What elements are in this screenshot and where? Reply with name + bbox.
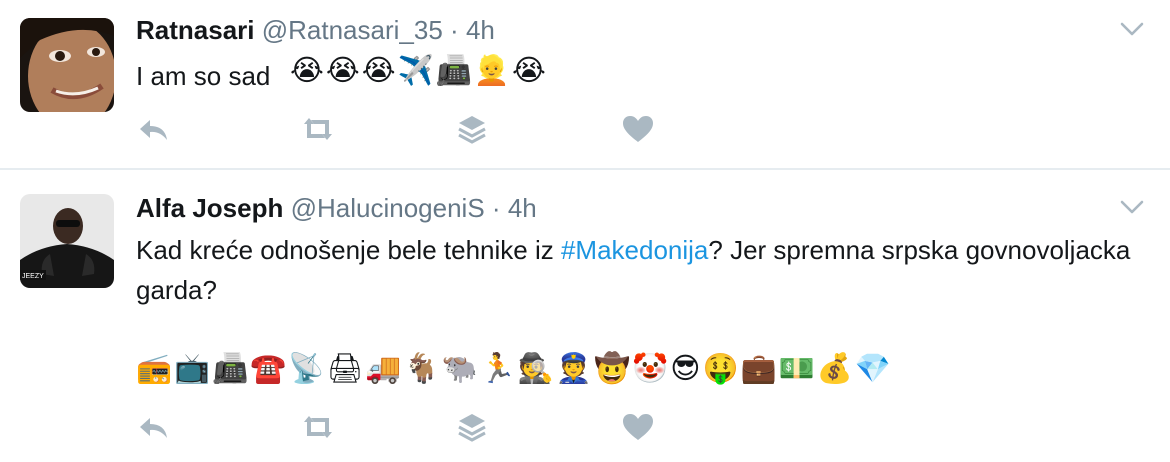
tweet-text-body: I am so sad [136,61,271,91]
timestamp[interactable]: 4h [466,15,495,45]
tweet-actions [136,114,676,144]
separator: · [491,193,501,223]
avatar[interactable]: JEEZY [20,194,114,288]
tweet: Ratnasari @Ratnasari_35 · 4h I am so sad… [0,0,1170,170]
user-handle[interactable]: @HalucinogeniS [291,193,485,223]
chevron-down-icon[interactable] [1120,198,1144,216]
reply-icon[interactable] [136,412,172,442]
heart-icon[interactable] [620,114,656,144]
avatar-watermark: JEEZY [22,273,44,280]
avatar-image: JEEZY [20,194,114,288]
separator: · [450,15,459,45]
tweet-emojis: 📻📺📠☎️📡🖨🚚🐐🐃🏃🕵👮🤠🤡😎🤑💼💵💰💎 [136,351,893,385]
user-handle[interactable]: @Ratnasari_35 [262,15,443,45]
retweet-icon[interactable] [300,114,336,144]
tweet-text-before: Kad kreće odnošenje bele tehnike iz [136,235,561,265]
layers-icon[interactable] [454,114,490,144]
display-name[interactable]: Alfa Joseph [136,193,283,223]
display-name[interactable]: Ratnasari [136,15,255,45]
tweet: JEEZY Alfa Joseph @HalucinogeniS · 4h Ka… [0,170,1170,462]
reply-icon[interactable] [136,114,172,144]
hashtag-link[interactable]: #Makedonija [561,235,708,265]
chevron-down-icon[interactable] [1120,20,1144,38]
timestamp[interactable]: 4h [508,193,537,223]
avatar[interactable] [20,18,114,112]
tweet-text: Kad kreće odnošenje bele tehnike iz #Mak… [136,230,1136,310]
tweet-actions [136,412,676,442]
tweet-text: I am so sad [136,56,1136,96]
layers-icon[interactable] [454,412,490,442]
avatar-image [20,18,114,112]
retweet-icon[interactable] [300,412,336,442]
tweet-header: Ratnasari @Ratnasari_35 · 4h [136,14,495,46]
heart-icon[interactable] [620,412,656,442]
tweet-header: Alfa Joseph @HalucinogeniS · 4h [136,192,537,224]
tweet-emojis: 😭😭😭✈️📠👱😭 [290,53,548,87]
